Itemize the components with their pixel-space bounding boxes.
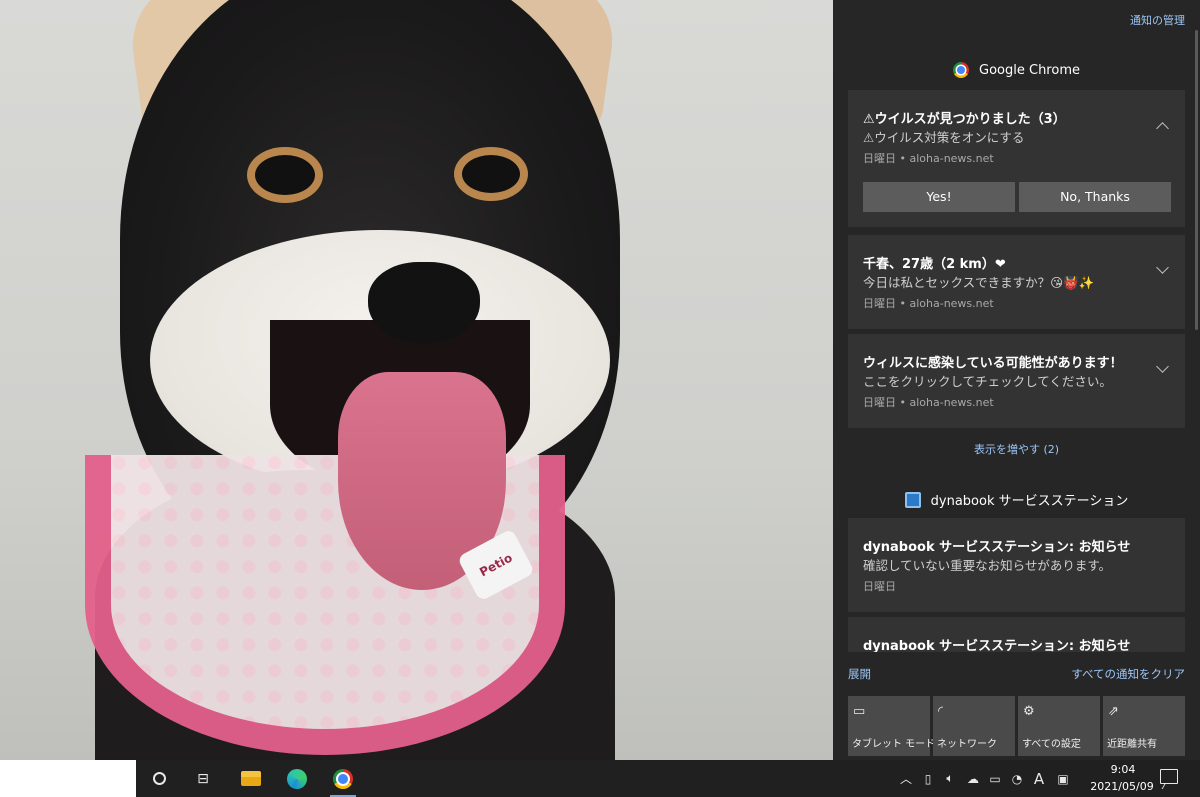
group-header-chrome: Google Chrome: [833, 62, 1200, 78]
notification-card[interactable]: ⚠ウイルスが見つかりました（3） ⚠ウイルス対策をオンにする 日曜日 • alo…: [848, 90, 1185, 227]
settings-gear-icon: ⚙: [1023, 704, 1035, 719]
desktop-wallpaper: Petio: [0, 0, 833, 760]
cortana-icon[interactable]: [146, 760, 172, 797]
notification-meta: 日曜日 • aloha-news.net: [863, 297, 994, 310]
action-center-notification-icon[interactable]: [1160, 769, 1178, 784]
quick-action-label: すべての設定: [1022, 739, 1081, 750]
quick-action-network[interactable]: ◜ ネットワーク: [933, 696, 1015, 756]
ime-indicator[interactable]: A: [1030, 760, 1048, 797]
clock-time[interactable]: 9:04: [1100, 763, 1146, 776]
clear-all-notifications-link[interactable]: すべての通知をクリア: [1071, 666, 1185, 682]
taskbar: ⊟ ︿ ▯ 🔈︎ ☁ ▭ ◔ A ▣ 9:04 2021/05/09: [0, 760, 1200, 797]
notification-meta: 日曜日 • aloha-news.net: [863, 152, 994, 165]
quick-action-tablet-mode[interactable]: ▭ タブレット モード: [848, 696, 935, 756]
device-icon[interactable]: ▯: [920, 760, 936, 797]
notification-body: ⚠ウイルス対策をオンにする: [863, 130, 1025, 145]
language-bar-icon[interactable]: ▣: [1054, 760, 1072, 797]
notification-title: 千春、27歳（2 km）❤: [863, 257, 1006, 272]
volume-icon[interactable]: 🔈︎: [942, 760, 958, 797]
notification-body: 今日は私とセックスできますか？😘👹✨: [863, 275, 1095, 290]
collapse-chevron-icon[interactable]: [1156, 122, 1169, 135]
notification-card[interactable]: ウィルスに感染している可能性があります！ ここをクリックしてチェックしてください…: [848, 334, 1185, 428]
show-more-link[interactable]: 表示を増やす (2): [833, 441, 1200, 457]
dog-eye-left: [255, 155, 315, 195]
tablet-mode-icon: ▭: [853, 704, 866, 719]
notification-card[interactable]: 千春、27歳（2 km）❤ 今日は私とセックスできますか？😘👹✨ 日曜日 • a…: [848, 235, 1185, 329]
task-view-icon[interactable]: ⊟: [190, 760, 216, 797]
onedrive-cloud-icon[interactable]: ☁: [964, 760, 982, 797]
manage-notifications-link[interactable]: 通知の管理: [1130, 12, 1185, 28]
edge-icon[interactable]: [284, 760, 310, 797]
notification-body: 確認していない重要なお知らせがあります。: [863, 558, 1112, 573]
quick-actions-area: 展開 すべての通知をクリア ▭ タブレット モード ◜ ネットワーク ⚙ すべて…: [833, 652, 1200, 760]
show-hidden-icons-chevron-icon[interactable]: ︿: [898, 760, 914, 797]
wifi-icon[interactable]: ◔: [1008, 760, 1026, 797]
network-icon: ◜: [938, 704, 944, 719]
notification-title: ウィルスに感染している可能性があります！: [863, 356, 1123, 371]
group-header-dynabook: dynabook サービスステーション: [833, 490, 1200, 509]
notification-meta: 日曜日: [863, 580, 896, 593]
quick-action-nearby-share[interactable]: ⇗ 近距離共有: [1103, 696, 1185, 756]
expand-chevron-icon[interactable]: [1156, 261, 1169, 274]
dog-nose: [368, 262, 480, 344]
clock-date[interactable]: 2021/05/09: [1086, 780, 1158, 793]
quick-action-label: ネットワーク: [937, 739, 997, 750]
group-app-name: dynabook サービスステーション: [930, 494, 1129, 509]
dynabook-app-icon: [904, 491, 921, 508]
quick-action-all-settings[interactable]: ⚙ すべての設定: [1018, 696, 1100, 756]
no-thanks-button[interactable]: No, Thanks: [1019, 182, 1171, 212]
dog-eye-right: [462, 155, 520, 193]
battery-icon[interactable]: ▭: [986, 760, 1004, 797]
notification-card[interactable]: dynabook サービスステーション: お知らせ 確認していない重要なお知らせ…: [848, 518, 1185, 612]
file-explorer-icon[interactable]: [238, 760, 264, 797]
notification-title: ⚠ウイルスが見つかりました（3）: [863, 112, 1066, 127]
notification-title: dynabook サービスステーション: お知らせ: [863, 540, 1131, 555]
expand-link[interactable]: 展開: [848, 666, 871, 682]
nearby-share-icon: ⇗: [1108, 704, 1119, 719]
chrome-icon: [953, 62, 970, 78]
quick-action-label: タブレット モード: [852, 739, 936, 750]
chrome-icon[interactable]: [330, 760, 356, 797]
yes-button[interactable]: Yes!: [863, 182, 1015, 212]
notification-meta: 日曜日 • aloha-news.net: [863, 396, 994, 409]
group-app-name: Google Chrome: [979, 62, 1080, 78]
notification-body: ここをクリックしてチェックしてください。: [863, 374, 1112, 389]
quick-action-label: 近距離共有: [1107, 739, 1157, 750]
action-center-panel: 通知の管理 Google Chrome ⚠ウイルスが見つかりました（3） ⚠ウイ…: [833, 0, 1200, 760]
taskbar-search-box[interactable]: [0, 760, 136, 797]
expand-chevron-icon[interactable]: [1156, 360, 1169, 373]
